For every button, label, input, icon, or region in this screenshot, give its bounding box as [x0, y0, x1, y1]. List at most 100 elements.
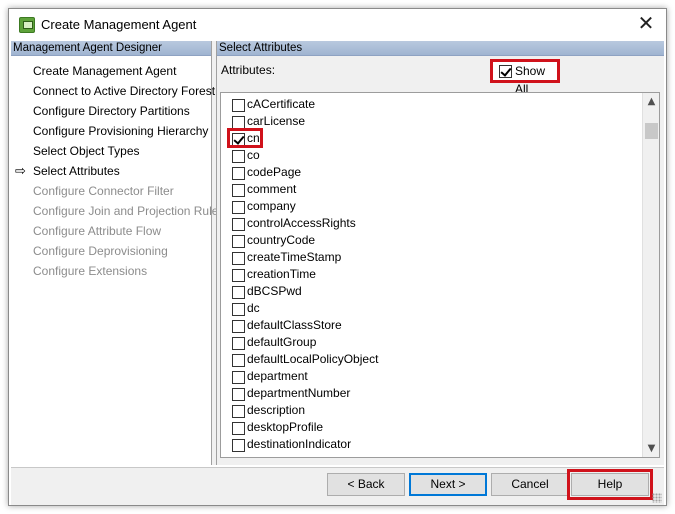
attributes-scrollbar[interactable]: ▲ ▼ — [642, 93, 659, 457]
attributes-listbox[interactable]: cACertificate carLicense cn co codePage comme… — [220, 92, 660, 458]
attribute-label[interactable]: countryCode — [247, 233, 315, 247]
attribute-row[interactable]: destinationIndicator — [221, 436, 641, 453]
attribute-label[interactable]: desktopProfile — [247, 420, 323, 434]
attribute-row[interactable]: departmentNumber — [221, 385, 641, 402]
attribute-label[interactable]: company — [247, 199, 296, 213]
attribute-checkbox[interactable] — [232, 150, 245, 163]
attribute-row[interactable]: defaultGroup — [221, 334, 641, 351]
help-button[interactable]: Help — [571, 473, 649, 496]
nav-item-label: Connect to Active Directory Forest — [33, 84, 216, 98]
attribute-label[interactable]: description — [247, 403, 305, 417]
attribute-checkbox[interactable] — [232, 303, 245, 316]
show-all-checkbox[interactable]: Show All — [490, 59, 560, 96]
designer-nav-header: Management Agent Designer — [11, 41, 211, 56]
attribute-label[interactable]: destinationIndicator — [247, 437, 351, 451]
attribute-checkbox[interactable] — [232, 184, 245, 197]
resize-grip[interactable] — [652, 493, 662, 503]
scroll-up-icon[interactable]: ▲ — [643, 93, 659, 110]
attribute-checkbox[interactable] — [232, 99, 245, 112]
cancel-button[interactable]: Cancel — [491, 473, 569, 496]
nav-item[interactable]: Select Object Types — [11, 141, 211, 161]
nav-item[interactable]: ⇨ Select Attributes — [11, 161, 211, 181]
attribute-row[interactable]: defaultClassStore — [221, 317, 641, 334]
attribute-checkbox[interactable] — [232, 320, 245, 333]
nav-item: Configure Connector Filter — [11, 181, 211, 201]
attribute-checkbox[interactable] — [232, 201, 245, 214]
attribute-row[interactable]: codePage — [221, 164, 641, 181]
attribute-checkbox[interactable] — [232, 337, 245, 350]
attribute-label[interactable]: comment — [247, 182, 296, 196]
next-button[interactable]: Next > — [409, 473, 487, 496]
nav-item-label: Select Attributes — [33, 164, 120, 178]
nav-item[interactable]: Create Management Agent — [11, 61, 211, 81]
nav-item[interactable]: Configure Provisioning Hierarchy — [11, 121, 211, 141]
attribute-row[interactable]: createTimeStamp — [221, 249, 641, 266]
attribute-checkbox[interactable] — [232, 405, 245, 418]
show-all-check-icon[interactable] — [499, 65, 512, 78]
attribute-checkbox[interactable] — [232, 235, 245, 248]
attribute-label[interactable]: carLicense — [247, 114, 305, 128]
nav-item[interactable]: Connect to Active Directory Forest — [11, 81, 215, 101]
attribute-row[interactable]: dBCSPwd — [221, 283, 641, 300]
attribute-checkbox[interactable] — [232, 422, 245, 435]
nav-item: Configure Extensions — [11, 261, 211, 281]
attribute-label[interactable]: department — [247, 369, 308, 383]
attribute-row[interactable]: company — [221, 198, 641, 215]
create-management-agent-dialog: Create Management Agent ✕ Management Age… — [8, 8, 667, 506]
attributes-label: Attributes: — [221, 63, 276, 77]
attribute-checkbox[interactable] — [232, 252, 245, 265]
attribute-label[interactable]: dc — [247, 301, 260, 315]
attribute-label[interactable]: controlAccessRights — [247, 216, 356, 230]
attribute-checkbox[interactable] — [232, 371, 245, 384]
attribute-row[interactable]: defaultLocalPolicyObject — [221, 351, 641, 368]
attribute-checkbox[interactable] — [232, 439, 245, 452]
select-attributes-header: Select Attributes — [217, 41, 664, 56]
attribute-label[interactable]: creationTime — [247, 267, 316, 281]
attribute-row[interactable]: department — [221, 368, 641, 385]
attribute-row[interactable]: dc — [221, 300, 641, 317]
close-icon[interactable]: ✕ — [630, 11, 662, 37]
attribute-checkbox[interactable] — [232, 269, 245, 282]
attribute-checkbox[interactable] — [232, 286, 245, 299]
attribute-label[interactable]: createTimeStamp — [247, 250, 341, 264]
attribute-label[interactable]: defaultLocalPolicyObject — [247, 352, 378, 366]
attribute-label[interactable]: cn — [247, 131, 260, 145]
designer-nav-list: Create Management Agent Connect to Active… — [11, 61, 224, 281]
attribute-row[interactable]: creationTime — [221, 266, 641, 283]
attribute-checkbox[interactable] — [232, 116, 245, 129]
attribute-row[interactable]: description — [221, 402, 641, 419]
attribute-row[interactable]: desktopProfile — [221, 419, 641, 436]
attribute-row[interactable]: comment — [221, 181, 641, 198]
attribute-label[interactable]: cACertificate — [247, 97, 315, 111]
attribute-label[interactable]: dBCSPwd — [247, 284, 302, 298]
window-title: Create Management Agent — [41, 17, 197, 32]
attribute-checkbox[interactable] — [232, 218, 245, 231]
attribute-label[interactable]: co — [247, 148, 260, 162]
nav-item: Configure Deprovisioning — [11, 241, 211, 261]
attribute-row[interactable]: cACertificate — [221, 96, 641, 113]
back-button[interactable]: < Back — [327, 473, 405, 496]
attributes-list: cACertificate carLicense cn co codePage comme… — [221, 96, 641, 453]
current-step-arrow-icon: ⇨ — [15, 163, 26, 178]
attribute-label[interactable]: codePage — [247, 165, 301, 179]
attribute-row[interactable]: carLicense — [221, 113, 641, 130]
nav-item-label: Configure Connector Filter — [33, 184, 174, 198]
attribute-checkbox[interactable] — [232, 167, 245, 180]
title-bar: Create Management Agent ✕ — [9, 9, 666, 40]
nav-item[interactable]: Configure Directory Partitions — [11, 101, 211, 121]
attribute-checkbox[interactable] — [232, 388, 245, 401]
attribute-checkbox[interactable] — [232, 133, 245, 146]
attribute-row[interactable]: controlAccessRights — [221, 215, 641, 232]
attribute-checkbox[interactable] — [232, 354, 245, 367]
attribute-label[interactable]: departmentNumber — [247, 386, 350, 400]
select-attributes-panel: Select Attributes Attributes: Show All c… — [216, 41, 664, 465]
scroll-thumb[interactable] — [645, 123, 658, 139]
attribute-row[interactable]: cn — [221, 128, 641, 148]
dialog-footer: < Back Next > Cancel Help — [11, 468, 664, 505]
attribute-row[interactable]: countryCode — [221, 232, 641, 249]
attribute-label[interactable]: defaultGroup — [247, 335, 316, 349]
app-icon — [19, 17, 35, 33]
attribute-row[interactable]: co — [221, 147, 641, 164]
attribute-label[interactable]: defaultClassStore — [247, 318, 342, 332]
scroll-down-icon[interactable]: ▼ — [643, 440, 659, 457]
